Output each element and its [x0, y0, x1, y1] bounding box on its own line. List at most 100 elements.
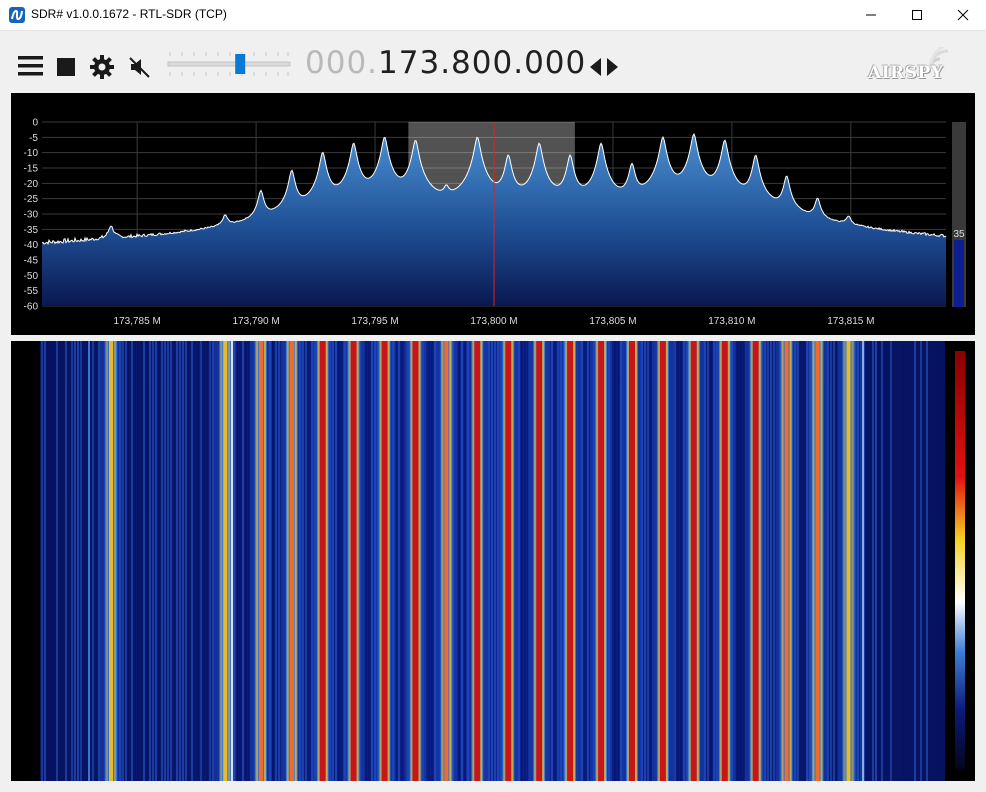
waterfall-trace: [677, 341, 679, 781]
gear-icon: [90, 55, 114, 79]
waterfall-trace: [401, 341, 403, 781]
waterfall-trace: [245, 341, 247, 781]
waterfall-trace: [770, 341, 772, 781]
waterfall-trace: [65, 341, 67, 781]
waterfall-trace: [707, 341, 709, 781]
window-title: SDR# v1.0.0.1672 - RTL-SDR (TCP): [31, 7, 227, 21]
y-tick-label: -35: [24, 225, 39, 236]
x-tick-label: 173,800 M: [470, 316, 517, 327]
waterfall-trace: [881, 341, 883, 781]
maximize-icon: [912, 10, 922, 20]
y-tick-label: -5: [29, 133, 38, 144]
waterfall-trace: [524, 341, 526, 781]
waterfall-trace: [305, 341, 307, 781]
toolbar: 000.173.800.000 AIRSPY: [0, 31, 986, 93]
waterfall-trace: [542, 341, 545, 781]
audio-gain-slider[interactable]: [166, 49, 292, 79]
waterfall-trace: [161, 341, 163, 781]
waterfall-trace: [239, 341, 241, 781]
settings-button[interactable]: [90, 55, 114, 84]
waterfall-trace: [128, 341, 130, 781]
waterfall-trace: [98, 341, 100, 781]
stop-button[interactable]: [57, 58, 75, 81]
waterfall-trace: [263, 341, 266, 781]
waterfall-trace: [784, 341, 789, 781]
waterfall-trace: [503, 341, 506, 781]
waterfall-trace: [197, 341, 199, 781]
waterfall-color-scale: [955, 351, 965, 769]
y-tick-label: -25: [24, 194, 39, 205]
waterfall-trace: [750, 341, 753, 781]
waterfall-trace: [833, 341, 835, 781]
waterfall-trace: [236, 341, 238, 781]
waterfall-trace: [830, 341, 832, 781]
waterfall-trace: [41, 341, 43, 781]
waterfall-trace: [740, 341, 742, 781]
waterfall-trace: [428, 341, 430, 781]
waterfall-trace: [789, 341, 792, 781]
waterfall-trace: [803, 341, 805, 781]
waterfall-trace: [95, 341, 97, 781]
close-button[interactable]: [940, 0, 986, 30]
waterfall-trace: [557, 341, 559, 781]
waterfall-trace: [242, 341, 244, 781]
mute-button[interactable]: [128, 55, 152, 84]
hamburger-menu-icon: [18, 56, 43, 76]
waterfall-trace: [629, 341, 635, 781]
waterfall-trace: [480, 341, 483, 781]
waterfall-trace: [278, 341, 280, 781]
waterfall-trace: [164, 341, 166, 781]
waterfall-trace: [773, 341, 775, 781]
waterfall-trace: [911, 341, 913, 781]
x-tick-label: 173,790 M: [232, 316, 279, 327]
waterfall-trace: [657, 341, 660, 781]
frequency-display[interactable]: 000.173.800.000: [305, 45, 586, 81]
waterfall-trace: [815, 341, 820, 781]
minimize-button[interactable]: [848, 0, 894, 30]
airspy-logo: AIRSPY: [860, 45, 964, 85]
sdrsharp-app-icon: [9, 7, 25, 23]
menu-button[interactable]: [18, 55, 43, 82]
left-right-arrows-icon: [590, 58, 618, 76]
maximize-button[interactable]: [894, 0, 940, 30]
waterfall-trace: [617, 341, 619, 781]
waterfall-trace: [444, 341, 449, 781]
waterfall-trace: [212, 341, 214, 781]
waterfall-trace: [319, 341, 326, 781]
waterfall-trace: [109, 341, 113, 781]
waterfall-trace: [464, 341, 466, 781]
waterfall-trace: [77, 341, 79, 781]
waterfall-trace: [194, 341, 196, 781]
waterfall-trace: [896, 341, 898, 781]
waterfall-display[interactable]: [11, 341, 975, 781]
waterfall-trace: [167, 341, 169, 781]
waterfall-trace: [932, 341, 934, 781]
spectrum-analyzer[interactable]: 0 -5 -10 -15 -20 -25 -30 -35 -40 -45 -50 -55 -60 173…: [11, 93, 975, 335]
waterfall-trace: [659, 341, 666, 781]
waterfall-trace: [53, 341, 55, 781]
waterfall-trace: [554, 341, 556, 781]
y-tick-label: -45: [24, 256, 39, 267]
waterfall-trace: [511, 341, 514, 781]
waterfall-trace: [935, 341, 937, 781]
waterfall-trace: [820, 341, 823, 781]
y-tick-label: -20: [24, 179, 39, 190]
waterfall-trace: [203, 341, 205, 781]
y-tick-label: -55: [24, 286, 39, 297]
audio-gain-thumb[interactable]: [235, 54, 246, 74]
waterfall-trace: [458, 341, 460, 781]
waterfall-trace: [68, 341, 70, 781]
x-axis-labels: 173,785 M 173,790 M 173,795 M 173,800 M 173,…: [114, 316, 875, 327]
waterfall-trace: [587, 341, 589, 781]
waterfall-trace: [938, 341, 940, 781]
tuning-step-button[interactable]: [590, 57, 618, 82]
waterfall-trace: [449, 341, 452, 781]
waterfall-trace: [289, 341, 294, 781]
waterfall-trace: [398, 341, 400, 781]
waterfall-trace: [220, 341, 223, 781]
waterfall-trace: [122, 341, 124, 781]
waterfall-trace: [294, 341, 297, 781]
waterfall-trace: [494, 341, 496, 781]
waterfall-trace: [665, 341, 668, 781]
waterfall-trace: [914, 341, 916, 781]
